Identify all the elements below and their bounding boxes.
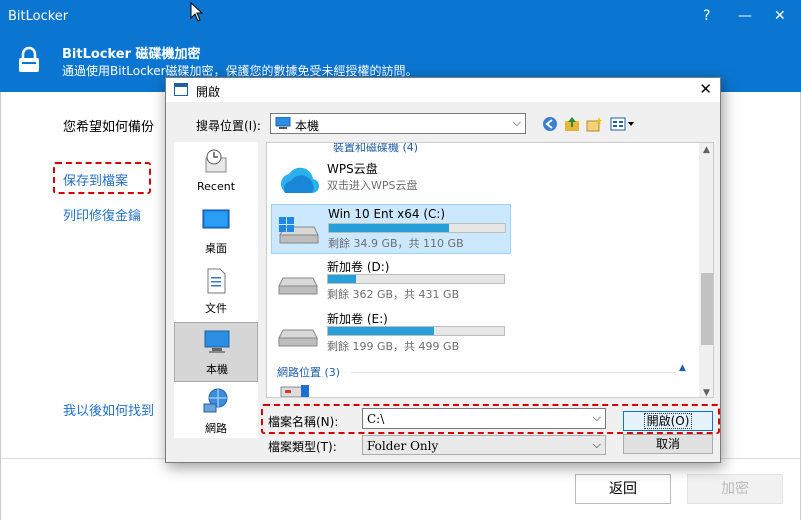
list-item-drive-e[interactable]: 新加卷 (E:) 剩餘 199 GB，共 499 GB [271,308,511,358]
dialog-titlebar: 開啟 ✕ [166,78,720,102]
scroll-up-icon[interactable]: ▲ [703,145,710,155]
open-button-label: 開啟(O) [643,413,693,429]
view-menu-icon[interactable] [610,116,636,132]
lock-icon [19,46,39,72]
print-key-link[interactable]: 列印修復金鑰 [63,205,141,224]
network-device-icon [280,385,309,397]
item-name: 新加卷 (E:) [327,312,388,326]
place-recent[interactable]: Recent [174,142,258,202]
usage-bar-fill [328,275,357,283]
place-label: 文件 [205,302,227,315]
network-globe-icon [203,388,228,413]
group-divider [351,372,676,373]
file-type-label: 檔案類型(T): [268,440,337,454]
place-label: 網路 [205,422,227,435]
item-subtitle: 剩餘 362 GB，共 431 GB [327,288,460,301]
place-label: 桌面 [205,242,227,255]
chevron-down-icon[interactable]: ⌵ [593,411,601,425]
documents-icon [207,268,226,294]
file-list: 裝置和磁碟機 (4) WPS云盘 双击进入WPS云盘 Win 10 Ent x6… [266,142,714,398]
collapse-arrow-icon[interactable]: ▲ [679,363,686,373]
drive-icon [278,277,318,295]
look-in-dropdown[interactable]: 本機 ⌵ [270,113,526,134]
backup-question: 您希望如何備份 [63,120,155,135]
mouse-pointer-icon [190,2,204,22]
usage-bar-fill [329,224,449,232]
dialog-close-button[interactable]: ✕ [699,80,712,98]
places-bar: Recent 桌面 文件 本機 網路 [174,142,258,438]
minimize-button[interactable]: — [738,8,752,24]
find-key-link[interactable]: 我以後如何找到 [63,400,154,419]
look-in-label: 搜尋位置(I): [196,119,261,133]
file-name-value: C:\ [367,412,385,426]
desktop-icon [202,209,230,229]
usage-bar [327,326,505,336]
place-documents[interactable]: 文件 [174,262,258,322]
item-subtitle: 剩餘 199 GB，共 499 GB [327,340,460,353]
place-label: 本機 [206,363,228,376]
cancel-button[interactable]: 取消 [623,434,713,454]
computer-icon [275,117,291,129]
help-button[interactable]: ? [703,8,710,24]
item-subtitle: 剩餘 34.9 GB，共 110 GB [328,237,464,250]
scroll-down-icon[interactable]: ▼ [703,388,710,397]
chevron-down-icon[interactable]: ⌵ [593,438,601,452]
usage-bar-fill [328,327,434,335]
recent-icon [205,149,227,173]
item-name: WPS云盘 [327,162,378,176]
look-in-value: 本機 [295,119,320,133]
window-title: BitLocker [8,9,69,24]
item-subtitle: 双击进入WPS云盘 [327,179,418,192]
file-type-select[interactable]: Folder Only ⌵ [362,435,606,455]
scroll-thumb[interactable] [701,273,713,345]
network-group-header[interactable]: 網路位置 (3) [277,364,340,380]
chevron-down-icon: ⌵ [512,116,521,129]
close-button[interactable]: ✕ [774,8,786,24]
item-name: Win 10 Ent x64 (C:) [328,207,446,221]
encrypt-button[interactable]: 加密 [687,474,783,504]
usage-bar [327,274,505,284]
open-dialog: 開啟 ✕ 搜尋位置(I): 本機 ⌵ Recent 桌面 文件 本機 網路 裝置… [165,77,721,463]
devices-group-header: 裝置和磁碟機 (4) [333,142,419,154]
header-title: BitLocker 磁碟機加密 [62,47,201,62]
file-name-label: 檔案名稱(N): [268,415,339,429]
usage-bar [328,223,506,233]
file-type-value: Folder Only [367,439,439,453]
place-desktop[interactable]: 桌面 [174,202,258,262]
save-to-file-link[interactable]: 保存到檔案 [63,170,128,189]
dialog-title: 開啟 [196,85,221,99]
place-this-pc[interactable]: 本機 [174,322,258,382]
place-network[interactable]: 網路 [174,382,258,442]
back-button[interactable]: 返回 [575,474,671,504]
list-item-wps-cloud[interactable]: WPS云盘 双击进入WPS云盘 [271,155,511,205]
open-button[interactable]: 開啟(O) [623,411,713,431]
windows-drive-icon [279,217,319,244]
cloud-icon [280,167,320,194]
list-item-drive-d[interactable]: 新加卷 (D:) 剩餘 362 GB，共 431 GB [271,256,511,306]
bitlocker-titlebar: BitLocker ? — ✕ [0,0,801,34]
window-icon [174,83,188,96]
vertical-scrollbar[interactable]: ▲ ▼ [699,143,713,397]
file-name-input[interactable]: C:\ ⌵ [362,408,606,429]
new-folder-icon[interactable] [586,116,602,132]
place-label: Recent [196,180,236,193]
back-arrow-icon[interactable] [542,116,558,132]
computer-icon [204,330,230,353]
up-folder-icon[interactable] [564,116,580,132]
drive-icon [278,329,318,347]
list-item-drive-c[interactable]: Win 10 Ent x64 (C:) 剩餘 34.9 GB，共 110 GB [271,204,511,254]
item-name: 新加卷 (D:) [327,260,390,274]
